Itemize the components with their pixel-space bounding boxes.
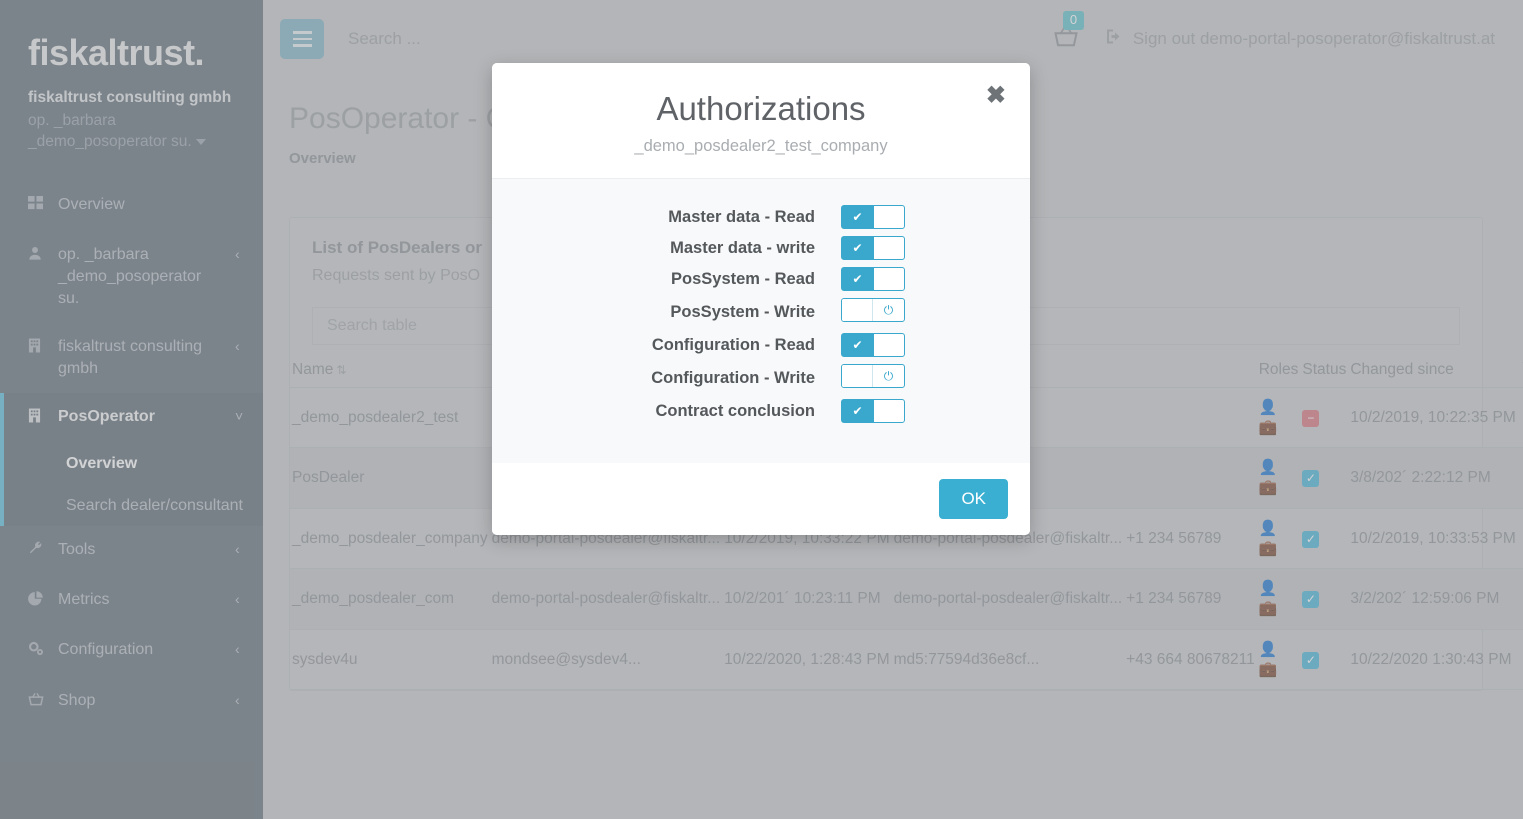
toggle-knob: [873, 268, 904, 291]
authorization-label: Configuration - Write: [651, 368, 815, 387]
authorization-row: PosSystem - Read ✔: [492, 267, 1030, 292]
toggle-possystem-read[interactable]: ✔: [841, 267, 905, 292]
toggle-knob: [873, 334, 904, 357]
modal-body: Master data - Read ✔ Master data - write ✔ P…: [492, 179, 1030, 463]
authorization-label: Configuration - Read: [651, 335, 815, 354]
authorization-label: PosSystem - Write: [670, 302, 815, 321]
authorization-label: PosSystem - Read: [671, 269, 815, 288]
authorization-list: Master data - Read ✔ Master data - write ✔ P…: [492, 205, 1030, 424]
modal-footer: OK: [492, 463, 1030, 535]
toggle-knob: [873, 206, 904, 229]
check-icon: ✔: [852, 404, 863, 419]
authorization-toggle-wrap: ✔: [841, 267, 971, 292]
authorization-label: Master data - write: [670, 238, 815, 257]
check-icon: ✔: [852, 210, 863, 225]
toggle-possystem-write[interactable]: ⏻: [841, 298, 905, 323]
authorization-label: Master data - Read: [668, 207, 815, 226]
authorization-row: Configuration - Write ⏻: [492, 364, 1030, 392]
check-icon: ✔: [852, 241, 863, 256]
authorization-toggle-wrap: ✔: [841, 205, 971, 230]
authorization-row: PosSystem - Write ⏻: [492, 298, 1030, 326]
authorization-row: Configuration - Read ✔: [492, 333, 1030, 358]
toggle-configuration-write[interactable]: ⏻: [841, 364, 905, 389]
toggle-configuration-read[interactable]: ✔: [841, 333, 905, 358]
authorization-toggle-wrap: ⏻: [841, 298, 971, 326]
authorization-label: Contract conclusion: [655, 401, 815, 420]
toggle-master-data-write[interactable]: ✔: [841, 236, 905, 261]
ok-button[interactable]: OK: [939, 479, 1008, 519]
authorization-row: Contract conclusion ✔: [492, 399, 1030, 424]
authorization-row: Master data - write ✔: [492, 236, 1030, 261]
modal-subtitle: _demo_posdealer2_test_company: [634, 137, 888, 156]
toggle-master-data-read[interactable]: ✔: [841, 205, 905, 230]
toggle-knob: [842, 365, 873, 388]
check-icon: ✔: [852, 272, 863, 287]
authorization-toggle-wrap: ✔: [841, 236, 971, 261]
check-icon: ✔: [852, 338, 863, 353]
authorization-toggle-wrap: ⏻: [841, 364, 971, 392]
close-icon[interactable]: ✖: [980, 83, 1012, 109]
toggle-knob: [873, 400, 904, 423]
power-icon: ⏻: [883, 302, 894, 317]
power-icon: ⏻: [883, 368, 894, 383]
modal-header: Authorizations _demo_posdealer2_test_com…: [492, 63, 1030, 180]
authorization-toggle-wrap: ✔: [841, 333, 971, 358]
toggle-contract-conclusion[interactable]: ✔: [841, 399, 905, 424]
authorization-row: Master data - Read ✔: [492, 205, 1030, 230]
toggle-knob: [842, 299, 873, 322]
modal-title: Authorizations: [656, 90, 866, 127]
authorization-toggle-wrap: ✔: [841, 399, 971, 424]
authorizations-modal: Authorizations _demo_posdealer2_test_com…: [492, 63, 1030, 535]
toggle-knob: [873, 237, 904, 260]
